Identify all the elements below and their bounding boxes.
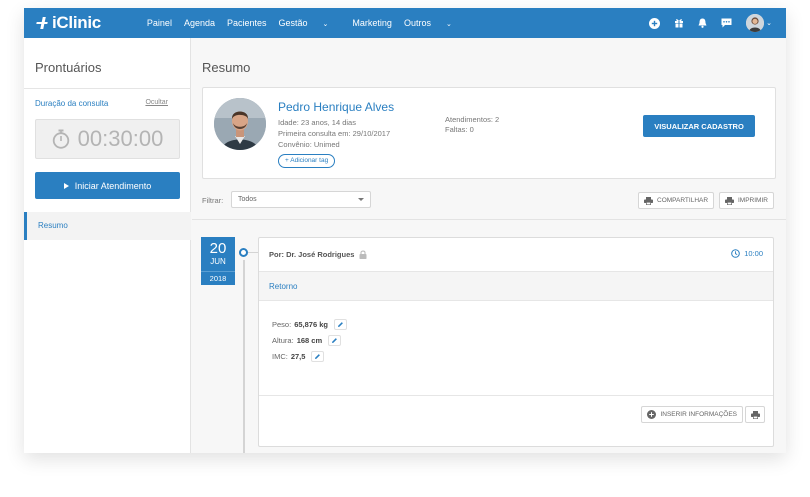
record-card: Por: Dr. José Rodrigues 10:00 Retorno Pe… (258, 237, 774, 447)
nav-item-pacientes[interactable]: Pacientes (227, 18, 267, 28)
nav-item-outros-label: Outros (403, 18, 431, 28)
clock-icon (731, 249, 741, 258)
timer-value: 00:30:00 (77, 126, 164, 151)
edit-pencil-icon[interactable] (333, 318, 347, 330)
start-appointment-label: Iniciar Atendimento (74, 180, 152, 191)
add-circle-icon (647, 410, 657, 419)
nav-item-outros[interactable]: Outros ⌄ (404, 18, 464, 28)
appointments-count: Atendimentos: 2 (445, 115, 500, 124)
app-window: iClinic Painel Agenda Pacientes Gestão ⌄ … (24, 8, 786, 453)
brand-logo[interactable]: iClinic (34, 13, 101, 33)
patient-stats: Atendimentos: 2 Faltas: 0 (445, 115, 499, 135)
play-icon (63, 182, 69, 189)
record-time-value: 10:00 (744, 249, 763, 258)
vital-height: Altura: 168 cm (272, 332, 347, 348)
hide-timer-link[interactable]: Ocultar (145, 99, 168, 106)
timeline-connector (248, 252, 258, 253)
date-month: JUN (210, 257, 226, 266)
edit-pencil-icon[interactable] (328, 334, 342, 346)
main-nav: Painel Agenda Pacientes Gestão ⌄ Marketin… (147, 18, 476, 28)
user-menu[interactable]: ⌄ (746, 14, 772, 32)
date-day: 20 (209, 240, 227, 257)
page-title: Resumo (202, 60, 251, 75)
divider (259, 395, 773, 396)
vital-weight-label: Peso: (272, 319, 292, 329)
vital-weight-value: 65,876 kg (294, 319, 328, 329)
add-tag-button[interactable]: + Adicionar tag (278, 154, 336, 168)
vital-bmi-value: 27,5 (290, 351, 306, 361)
divider (24, 88, 191, 89)
nav-item-gestao[interactable]: Gestão ⌄ (279, 18, 341, 28)
chevron-down-icon: ⌄ (445, 21, 452, 28)
vital-bmi: IMC: 27,5 (272, 348, 347, 364)
filter-select[interactable]: Todos (231, 191, 371, 208)
printer-icon (644, 196, 653, 205)
vital-height-value: 168 cm (296, 335, 323, 345)
printer-icon (725, 196, 734, 205)
patient-name[interactable]: Pedro Henrique Alves (278, 100, 394, 114)
print-button[interactable]: IMPRIMIR (719, 192, 774, 209)
chevron-down-icon: ⌄ (322, 21, 329, 28)
top-navbar: iClinic Painel Agenda Pacientes Gestão ⌄ … (24, 8, 786, 38)
record-print-button[interactable] (745, 406, 765, 423)
consultation-timer: 00:30:00 (35, 119, 180, 159)
vitals-list: Peso: 65,876 kg Altura: 168 cm IMC: 27,5 (272, 316, 347, 364)
view-record-button[interactable]: VISUALIZAR CADASTRO (643, 115, 755, 137)
timeline-date-badge: 20 JUN 2018 (201, 237, 235, 285)
absences-count: Faltas: 0 (445, 125, 474, 134)
timeline-line (243, 260, 245, 453)
lock-icon (359, 250, 367, 259)
vital-bmi-label: IMC: (272, 351, 288, 361)
top-actions: ⌄ (635, 8, 772, 38)
record-author-label: Por: Dr. José Rodrigues (269, 250, 355, 259)
user-avatar (746, 14, 765, 32)
add-circle-icon[interactable] (649, 17, 661, 29)
patient-photo (214, 98, 266, 150)
vital-weight: Peso: 65,876 kg (272, 316, 347, 332)
chat-icon[interactable] (721, 18, 732, 28)
chevron-down-icon: ⌄ (766, 20, 772, 27)
nav-item-agenda[interactable]: Agenda (184, 18, 215, 28)
gift-icon[interactable] (674, 18, 684, 28)
patient-age: Idade: 23 anos, 14 dias (278, 118, 356, 127)
sidebar: Prontuários Duração da consulta Ocultar … (24, 38, 191, 453)
patient-first-visit: Primeira consulta em: 29/10/2017 (278, 129, 391, 138)
share-button[interactable]: COMPARTILHAR (638, 192, 715, 209)
record-type[interactable]: Retorno (259, 272, 773, 301)
filter-label: Filtrar: (202, 196, 224, 205)
start-appointment-button[interactable]: Iniciar Atendimento (35, 172, 180, 199)
timeline-dot (239, 248, 248, 257)
sidebar-item-resumo[interactable]: Resumo (24, 212, 191, 240)
printer-icon (750, 410, 760, 419)
logo-icon (36, 17, 48, 29)
chevron-down-icon (358, 198, 364, 201)
record-time: 10:00 (731, 249, 763, 258)
edit-pencil-icon[interactable] (311, 350, 325, 362)
nav-item-marketing[interactable]: Marketing (352, 18, 392, 28)
filter-value: Todos (238, 196, 257, 203)
print-label: IMPRIMIR (738, 197, 768, 204)
patient-details: Idade: 23 anos, 14 dias Primeira consult… (278, 117, 390, 150)
insert-info-button[interactable]: INSERIR INFORMAÇÕES (641, 406, 743, 423)
divider (192, 219, 786, 220)
date-year: 2018 (201, 271, 235, 285)
share-label: COMPARTILHAR (657, 197, 709, 204)
sidebar-title: Prontuários (35, 60, 102, 75)
patient-insurance: Convênio: Unimed (278, 140, 340, 149)
record-header: Por: Dr. José Rodrigues 10:00 (259, 238, 773, 272)
duration-label: Duração da consulta (35, 99, 109, 108)
vital-height-label: Altura: (272, 335, 294, 345)
insert-info-label: INSERIR INFORMAÇÕES (660, 411, 737, 418)
record-author: Por: Dr. José Rodrigues (269, 250, 367, 259)
bell-icon[interactable] (698, 18, 707, 28)
stopwatch-icon (52, 129, 69, 149)
patient-card: Pedro Henrique Alves Idade: 23 anos, 14 … (202, 87, 776, 179)
brand-name: iClinic (52, 13, 101, 32)
nav-item-painel[interactable]: Painel (147, 18, 172, 28)
nav-item-gestao-label: Gestão (278, 18, 308, 28)
